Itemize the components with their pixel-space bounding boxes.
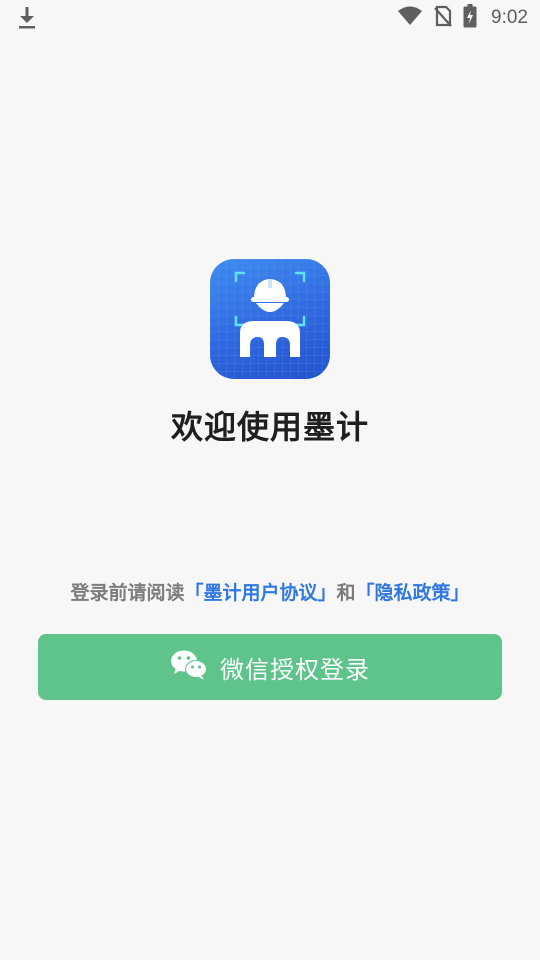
wechat-login-button[interactable]: 微信授权登录	[38, 634, 502, 700]
app-logo-icon	[210, 259, 330, 379]
no-sim-icon	[433, 5, 453, 31]
welcome-title: 欢迎使用墨计	[170, 408, 369, 446]
wechat-login-label: 微信授权登录	[220, 655, 370, 684]
status-time: 9:02	[491, 7, 528, 28]
agreement-conjunction: 和	[336, 582, 356, 604]
privacy-policy-link[interactable]: 「隐私政策」	[356, 582, 470, 604]
download-icon	[16, 6, 38, 30]
wechat-icon	[170, 649, 208, 685]
agreement-notice: 登录前请阅读「墨计用户协议」和「隐私政策」	[0, 578, 540, 605]
status-bar: 9:02	[0, 0, 540, 36]
user-agreement-link[interactable]: 「墨计用户协议」	[184, 582, 336, 604]
battery-charging-icon	[463, 4, 477, 32]
login-screen: 9:02 欢迎使用墨计 登录前请阅读「墨计用户协议」和「隐私政策」 微信授权登录	[0, 0, 540, 960]
wifi-icon	[397, 5, 423, 31]
agreement-prefix: 登录前请阅读	[70, 582, 185, 604]
status-icons: 9:02	[397, 0, 528, 36]
